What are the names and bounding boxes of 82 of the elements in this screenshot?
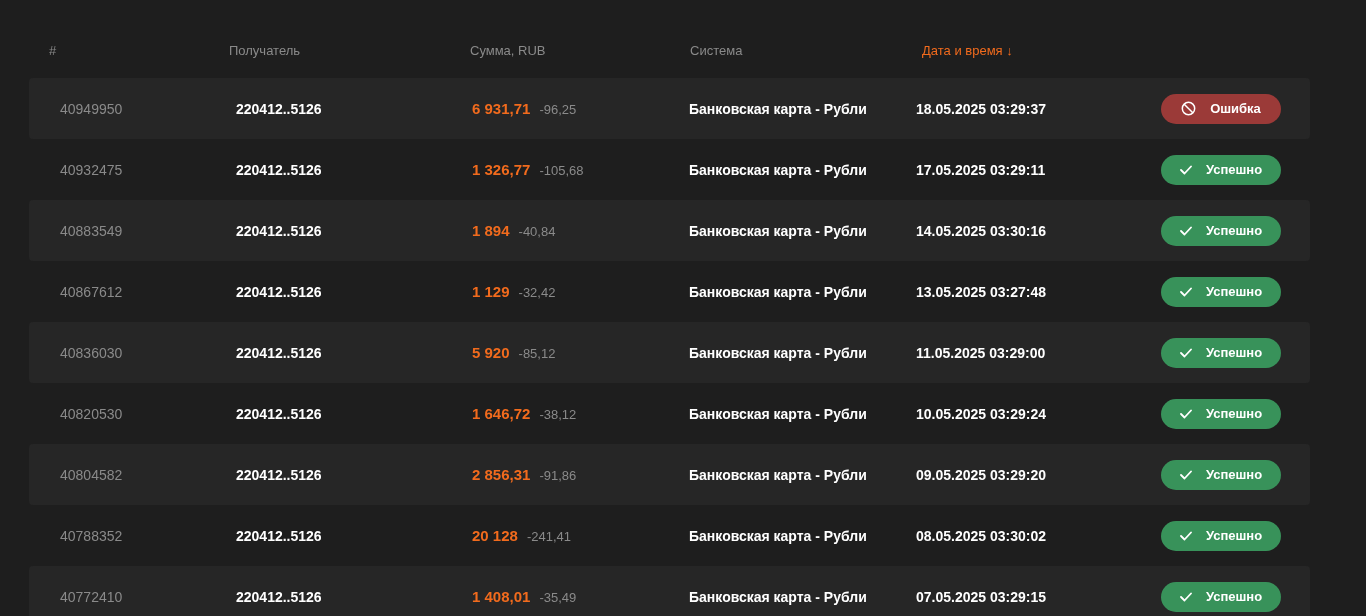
- status-badge: Успешно: [1161, 215, 1281, 246]
- recipient-number: 220412..5126: [236, 161, 322, 178]
- status-badge: Успешно: [1161, 337, 1281, 368]
- recipient-number: 220412..5126: [236, 100, 322, 117]
- date-time: 17.05.2025 03:29:11: [916, 161, 1046, 178]
- recipient-number: 220412..5126: [236, 527, 322, 544]
- column-header[interactable]: Сумма, RUB: [470, 42, 690, 58]
- amount: 1 129: [472, 283, 510, 300]
- table-row[interactable]: 40949950 220412..5126 6 931,71 -96,25 Банковская карта - Рубли 18.05.2025 03:29:37 Ошибка: [29, 78, 1310, 139]
- checkmark-icon: [1179, 408, 1192, 419]
- table-row[interactable]: 40836030 220412..5126 5 920 -85,12 Банковская карта - Рубли 11.05.2025 03:29:00 Успешно: [29, 322, 1310, 383]
- status-badge: Успешно: [1161, 154, 1281, 185]
- fee: -85,12: [518, 346, 556, 361]
- fee: -241,41: [526, 529, 571, 544]
- amount: 1 326,77: [472, 161, 531, 178]
- checkmark-icon: [1179, 469, 1192, 480]
- column-header[interactable]: #: [49, 42, 229, 58]
- status-badge: Успешно: [1161, 581, 1281, 612]
- recipient-number: 220412..5126: [236, 222, 322, 239]
- checkmark-icon: [1179, 591, 1192, 602]
- column-header[interactable]: Система: [690, 42, 922, 58]
- date-time: 08.05.2025 03:30:02: [916, 527, 1046, 544]
- recipient-number: 220412..5126: [236, 405, 322, 422]
- status-badge: Успешно: [1161, 520, 1281, 551]
- status-badge: Успешно: [1161, 459, 1281, 490]
- prohibited-icon: [1181, 101, 1197, 116]
- checkmark-icon: [1179, 530, 1192, 541]
- fee: -35,49: [539, 590, 577, 605]
- payment-system: Банковская карта - Рубли: [689, 344, 867, 361]
- amount: 6 931,71: [472, 100, 531, 117]
- payment-system: Банковская карта - Рубли: [689, 466, 867, 483]
- payment-system: Банковская карта - Рубли: [689, 100, 867, 117]
- column-header[interactable]: Получатель: [229, 42, 470, 58]
- fee: -96,25: [539, 102, 577, 117]
- payment-system: Банковская карта - Рубли: [689, 405, 867, 422]
- date-time: 11.05.2025 03:29:00: [916, 344, 1046, 361]
- date-time: 18.05.2025 03:29:37: [916, 100, 1046, 117]
- fee: -91,86: [539, 468, 577, 483]
- payment-system: Банковская карта - Рубли: [689, 588, 867, 605]
- column-header[interactable]: Дата и время ↓: [922, 42, 1222, 58]
- table-row[interactable]: 40883549 220412..5126 1 894 -40,84 Банковская карта - Рубли 14.05.2025 03:30:16 Успешно: [29, 200, 1310, 261]
- amount: 1 408,01: [472, 588, 531, 605]
- payment-system: Банковская карта - Рубли: [689, 222, 867, 239]
- fee: -40,84: [518, 224, 556, 239]
- table-row[interactable]: 40772410 220412..5126 1 408,01 -35,49 Банковская карта - Рубли 07.05.2025 03:29:15 Успешно: [29, 566, 1310, 616]
- recipient-number: 220412..5126: [236, 344, 322, 361]
- date-time: 07.05.2025 03:29:15: [916, 588, 1046, 605]
- recipient-number: 220412..5126: [236, 283, 322, 300]
- transaction-id: 40836030: [60, 344, 123, 361]
- payment-system: Банковская карта - Рубли: [689, 527, 867, 544]
- date-time: 14.05.2025 03:30:16: [916, 222, 1046, 239]
- checkmark-icon: [1179, 225, 1192, 236]
- status-badge: Ошибка: [1161, 93, 1281, 124]
- transaction-id: 40788352: [60, 527, 123, 544]
- date-time: 09.05.2025 03:29:20: [916, 466, 1046, 483]
- transaction-id: 40867612: [60, 283, 123, 300]
- amount: 1 646,72: [472, 405, 531, 422]
- fee: -38,12: [539, 407, 577, 422]
- checkmark-icon: [1179, 164, 1192, 175]
- table-row[interactable]: 40804582 220412..5126 2 856,31 -91,86 Банковская карта - Рубли 09.05.2025 03:29:20 Успешно: [29, 444, 1310, 505]
- payment-system: Банковская карта - Рубли: [689, 283, 867, 300]
- amount: 2 856,31: [472, 466, 531, 483]
- amount: 20 128: [472, 527, 518, 544]
- payment-system: Банковская карта - Рубли: [689, 161, 867, 178]
- transaction-id: 40949950: [60, 100, 123, 117]
- amount: 5 920: [472, 344, 510, 361]
- transaction-id: 40932475: [60, 161, 123, 178]
- status-badge: Успешно: [1161, 398, 1281, 429]
- transaction-id: 40804582: [60, 466, 123, 483]
- date-time: 13.05.2025 03:27:48: [916, 283, 1046, 300]
- transaction-id: 40820530: [60, 405, 123, 422]
- amount: 1 894: [472, 222, 510, 239]
- date-time: 10.05.2025 03:29:24: [916, 405, 1046, 422]
- fee: -105,68: [539, 163, 584, 178]
- recipient-number: 220412..5126: [236, 588, 322, 605]
- recipient-number: 220412..5126: [236, 466, 322, 483]
- checkmark-icon: [1179, 286, 1192, 297]
- transaction-id: 40883549: [60, 222, 123, 239]
- status-badge: Успешно: [1161, 276, 1281, 307]
- fee: -32,42: [518, 285, 556, 300]
- checkmark-icon: [1179, 347, 1192, 358]
- transaction-id: 40772410: [60, 588, 123, 605]
